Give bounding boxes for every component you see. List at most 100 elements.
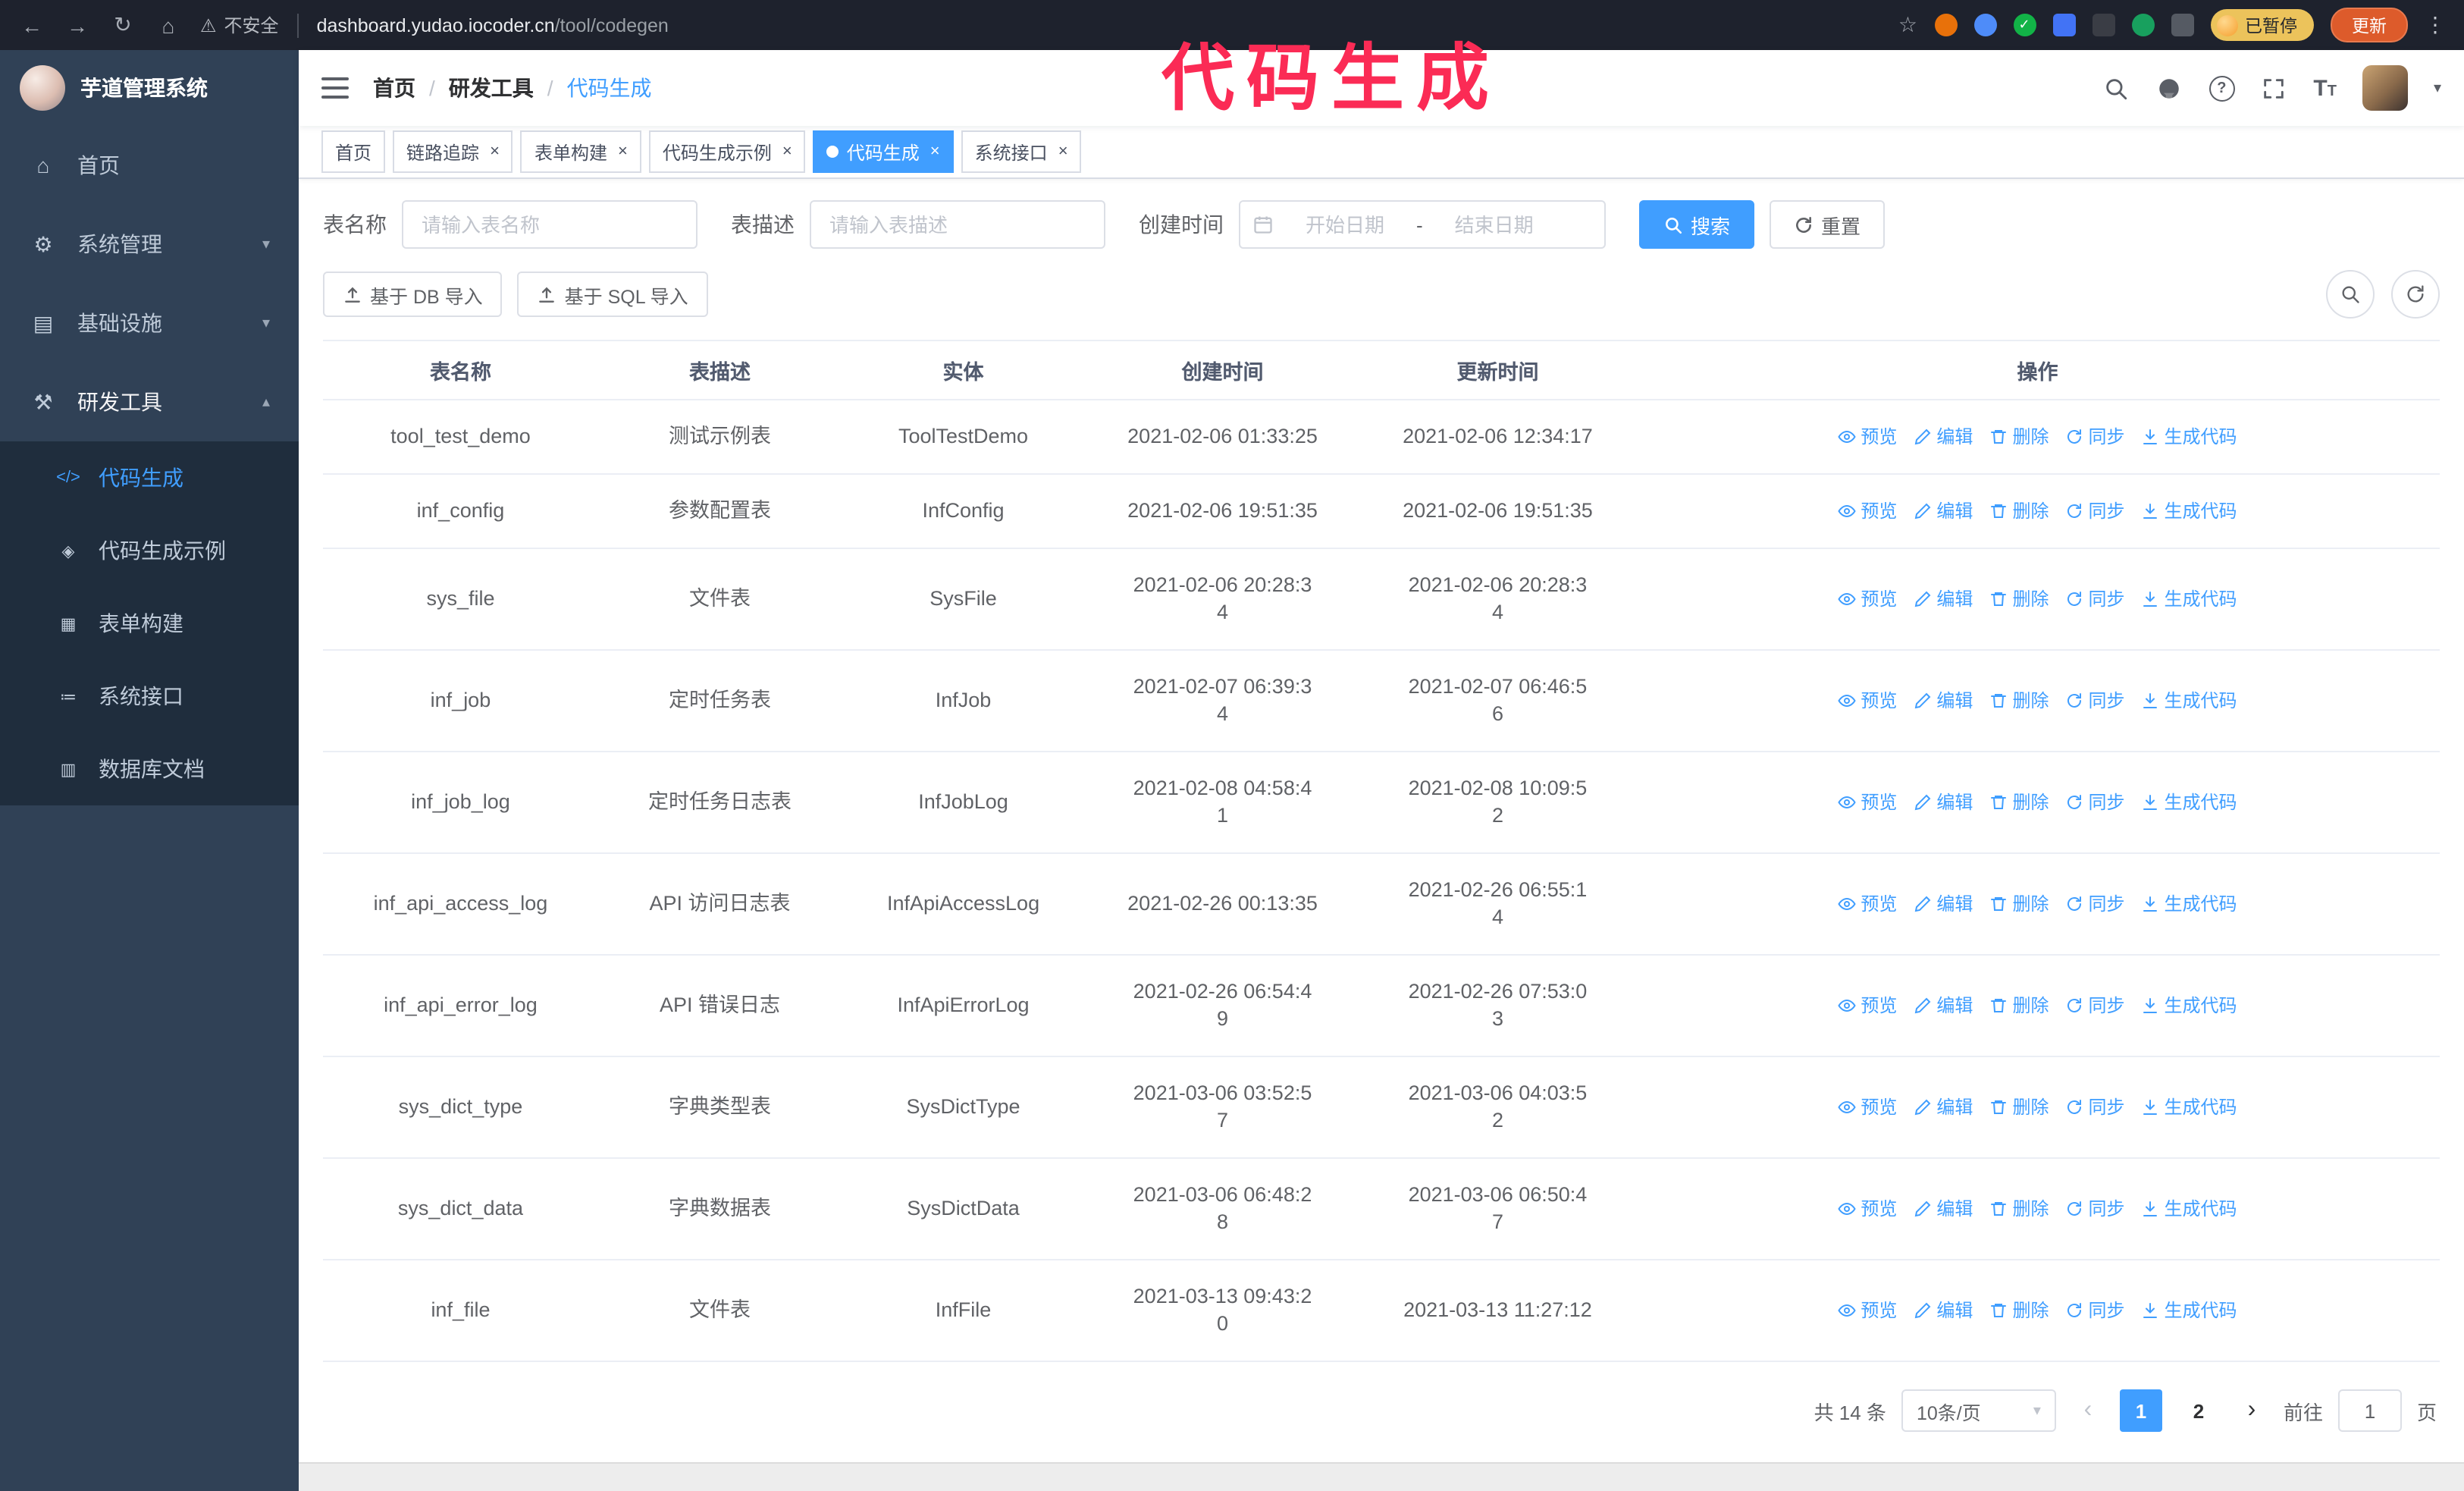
extension-icon[interactable] <box>1934 14 1957 36</box>
action-eye-link[interactable]: 预览 <box>1838 1094 1897 1121</box>
action-download-link[interactable]: 生成代码 <box>2142 1297 2237 1324</box>
extension-icon[interactable] <box>2171 14 2193 36</box>
action-sync-link[interactable]: 同步 <box>2065 890 2125 918</box>
action-edit-link[interactable]: 编辑 <box>1914 1297 1973 1324</box>
sidebar-item-db-docs[interactable]: ▥ 数据库文档 <box>0 733 299 805</box>
font-size-icon[interactable]: TT <box>2313 75 2337 101</box>
tab-system-api[interactable]: 系统接口 <box>961 130 1082 173</box>
sidebar-item-home[interactable]: ⌂ 首页 <box>0 126 299 205</box>
chevron-down-icon[interactable] <box>2434 80 2441 96</box>
action-edit-link[interactable]: 编辑 <box>1914 498 1973 525</box>
action-delete-link[interactable]: 删除 <box>1989 1297 2049 1324</box>
action-eye-link[interactable]: 预览 <box>1838 687 1897 714</box>
action-eye-link[interactable]: 预览 <box>1838 789 1897 816</box>
page-size-select[interactable]: 10条/页 <box>1901 1389 2056 1432</box>
action-eye-link[interactable]: 预览 <box>1838 1297 1897 1324</box>
tab-codegen[interactable]: 代码生成 <box>813 130 954 173</box>
table-desc-input[interactable] <box>810 200 1105 249</box>
action-download-link[interactable]: 生成代码 <box>2142 498 2237 525</box>
action-eye-link[interactable]: 预览 <box>1838 1195 1897 1223</box>
action-delete-link[interactable]: 删除 <box>1989 1094 2049 1121</box>
action-eye-link[interactable]: 预览 <box>1838 585 1897 613</box>
action-delete-link[interactable]: 删除 <box>1989 498 2049 525</box>
table-name-input[interactable] <box>402 200 698 249</box>
reload-icon[interactable] <box>109 12 136 38</box>
action-sync-link[interactable]: 同步 <box>2065 1195 2125 1223</box>
refresh-table-button[interactable] <box>2391 270 2440 319</box>
date-range-picker[interactable]: - <box>1239 200 1606 249</box>
extension-icon[interactable] <box>2092 14 2114 36</box>
sidebar-item-codegen[interactable]: </> 代码生成 <box>0 441 299 514</box>
action-sync-link[interactable]: 同步 <box>2065 992 2125 1019</box>
fullscreen-icon[interactable] <box>2260 74 2287 102</box>
avatar[interactable] <box>2362 65 2408 111</box>
extension-icon[interactable] <box>1973 14 1996 36</box>
action-sync-link[interactable]: 同步 <box>2065 1297 2125 1324</box>
prev-page-button[interactable] <box>2071 1389 2105 1432</box>
scroll-gutter[interactable] <box>299 1462 2464 1491</box>
action-edit-link[interactable]: 编辑 <box>1914 1195 1973 1223</box>
action-sync-link[interactable]: 同步 <box>2065 423 2125 450</box>
search-icon[interactable] <box>2102 74 2130 102</box>
extension-icon[interactable] <box>2131 14 2154 36</box>
close-icon[interactable] <box>490 143 500 160</box>
action-edit-link[interactable]: 编辑 <box>1914 890 1973 918</box>
close-icon[interactable] <box>930 143 940 160</box>
action-sync-link[interactable]: 同步 <box>2065 789 2125 816</box>
action-delete-link[interactable]: 删除 <box>1989 687 2049 714</box>
action-eye-link[interactable]: 预览 <box>1838 992 1897 1019</box>
hamburger-icon[interactable] <box>321 77 349 99</box>
browser-menu-icon[interactable] <box>2425 11 2446 39</box>
action-edit-link[interactable]: 编辑 <box>1914 789 1973 816</box>
extension-icon[interactable]: ✓ <box>2013 14 2036 36</box>
search-button[interactable]: 搜索 <box>1639 200 1755 249</box>
action-eye-link[interactable]: 预览 <box>1838 498 1897 525</box>
action-edit-link[interactable]: 编辑 <box>1914 585 1973 613</box>
help-icon[interactable]: ? <box>2209 75 2235 101</box>
action-delete-link[interactable]: 删除 <box>1989 1195 2049 1223</box>
sidebar-item-system-mgmt[interactable]: ⚙ 系统管理 <box>0 205 299 284</box>
close-icon[interactable] <box>1058 143 1068 160</box>
bookmark-star-icon[interactable] <box>1898 11 1917 39</box>
action-edit-link[interactable]: 编辑 <box>1914 992 1973 1019</box>
sidebar-item-form-builder[interactable]: ▦ 表单构建 <box>0 587 299 660</box>
sidebar-item-dev-tools[interactable]: ⚒ 研发工具 <box>0 363 299 441</box>
back-icon[interactable] <box>18 13 45 37</box>
action-delete-link[interactable]: 删除 <box>1989 585 2049 613</box>
action-download-link[interactable]: 生成代码 <box>2142 423 2237 450</box>
action-delete-link[interactable]: 删除 <box>1989 423 2049 450</box>
action-sync-link[interactable]: 同步 <box>2065 1094 2125 1121</box>
action-download-link[interactable]: 生成代码 <box>2142 890 2237 918</box>
sidebar-item-codegen-sample[interactable]: ◈ 代码生成示例 <box>0 514 299 587</box>
tab-home[interactable]: 首页 <box>321 130 386 173</box>
tab-codegen-sample[interactable]: 代码生成示例 <box>648 130 806 173</box>
action-download-link[interactable]: 生成代码 <box>2142 1195 2237 1223</box>
security-status[interactable]: 不安全 <box>200 12 279 38</box>
action-download-link[interactable]: 生成代码 <box>2142 585 2237 613</box>
action-download-link[interactable]: 生成代码 <box>2142 789 2237 816</box>
page-button-1[interactable]: 1 <box>2119 1389 2162 1432</box>
end-date-input[interactable] <box>1428 212 1560 237</box>
action-edit-link[interactable]: 编辑 <box>1914 423 1973 450</box>
action-delete-link[interactable]: 删除 <box>1989 890 2049 918</box>
tab-form-builder[interactable]: 表单构建 <box>520 130 641 173</box>
address-bar[interactable]: dashboard.yudao.iocoder.cn /tool/codegen <box>317 14 669 36</box>
sidebar-item-system-api[interactable]: ≔ 系统接口 <box>0 660 299 733</box>
action-download-link[interactable]: 生成代码 <box>2142 1094 2237 1121</box>
sidebar-item-infrastructure[interactable]: ▤ 基础设施 <box>0 284 299 363</box>
browser-update-button[interactable]: 更新 <box>2331 8 2408 42</box>
github-icon[interactable] <box>2155 74 2183 102</box>
reset-button[interactable]: 重置 <box>1770 200 1886 249</box>
action-delete-link[interactable]: 删除 <box>1989 992 2049 1019</box>
action-sync-link[interactable]: 同步 <box>2065 498 2125 525</box>
action-eye-link[interactable]: 预览 <box>1838 423 1897 450</box>
forward-icon[interactable] <box>64 13 91 37</box>
home-icon[interactable] <box>155 13 182 37</box>
page-button-2[interactable]: 2 <box>2177 1389 2220 1432</box>
hide-search-button[interactable] <box>2326 270 2375 319</box>
action-edit-link[interactable]: 编辑 <box>1914 1094 1973 1121</box>
breadcrumb-home[interactable]: 首页 <box>373 73 415 103</box>
goto-page-input[interactable] <box>2337 1389 2402 1432</box>
import-db-button[interactable]: 基于 DB 导入 <box>323 272 503 317</box>
action-download-link[interactable]: 生成代码 <box>2142 992 2237 1019</box>
